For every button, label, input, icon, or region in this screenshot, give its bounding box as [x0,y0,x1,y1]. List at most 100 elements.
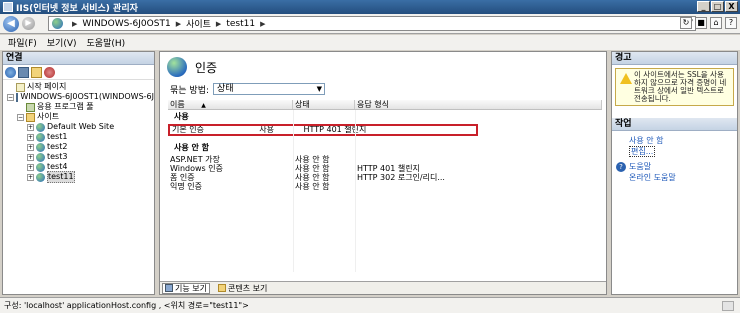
column-header-name[interactable]: 이름 ▲ [168,100,293,109]
cell-response [355,155,602,164]
cell-response: HTTP 302 로그인/리디... [357,173,445,182]
tree-node-label: test3 [47,152,68,161]
group-enabled: 사용 [174,112,189,121]
tree-node[interactable]: − WINDOWS-6J0OST1(WINDOWS-6J [3,92,154,102]
breadcrumb-separator: ▶ [215,19,222,28]
expand-toggle-icon[interactable]: + [27,153,34,161]
up-icon[interactable] [31,66,42,78]
group-by-label: 묶는 방법: [170,85,210,96]
disable-link[interactable]: 사용 안 함 [629,135,737,146]
tree-node[interactable]: + test3 [3,152,154,162]
help-link-row[interactable]: ? 도움말 [612,161,737,172]
cell-status: 사용 안 함 [295,164,330,173]
expand-toggle-icon[interactable]: − [17,113,24,121]
connections-tree: 시작 페이지 − WINDOWS-6J0OST1(WINDOWS-6J 응용 프로그램… [3,80,154,183]
home-icon[interactable]: ⌂ [710,17,722,29]
expand-toggle-icon[interactable]: + [27,163,34,171]
cell-response: HTTP 401 챌린지 [303,126,367,134]
group-disabled: 사용 안 함 [174,143,210,152]
table-row-selected[interactable]: 기본 인증 사용 HTTP 401 챌린지 [168,124,478,136]
connections-header: 연결 [3,52,154,65]
globe-icon [36,152,45,162]
tree-node[interactable]: + test4 [3,162,154,172]
expand-toggle-icon[interactable]: + [27,173,34,181]
breadcrumb-server[interactable]: WINDOWS-6J0OST1 [82,19,170,29]
folder-icon [26,112,35,122]
forward-button[interactable]: ▶ [22,17,35,30]
ssl-warning: 이 사이트에서는 SSL을 사용하지 않으므로 자격 증명이 네트워크 상에서 … [615,68,734,106]
menu-help[interactable]: 도움말(H) [87,36,126,49]
view-tabs: 기능 보기 콘텐츠 보기 [160,281,606,294]
column-header-response[interactable]: 응답 형식 [355,100,602,109]
tab-features-view[interactable]: 기능 보기 [162,282,210,294]
tree-node-label: Default Web Site [47,122,115,131]
globe-icon [36,122,45,132]
edit-link[interactable]: 편집... [629,146,737,157]
menu-file[interactable]: 파일(F) [8,36,37,49]
maximize-button[interactable]: □ [711,1,724,12]
content-view-icon [217,284,226,292]
tree-node[interactable]: + Default Web Site [3,122,154,132]
expand-toggle-icon[interactable]: − [7,93,14,101]
help-icon[interactable]: ? [725,17,737,29]
tree-node[interactable]: + test2 [3,142,154,152]
menu-view[interactable]: 보기(V) [47,36,77,49]
page-title: 인증 [195,60,218,75]
address-tools: ↻ ■ ⌂ ? [680,17,737,29]
column-divider [355,110,356,272]
column-header-status[interactable]: 상태 [293,100,355,109]
tab-content-view[interactable]: 콘텐츠 보기 [216,283,269,294]
back-button[interactable]: ◀ [3,15,19,32]
group-by-select[interactable]: 상태 ▼ [213,83,326,95]
tree-node-label: 시작 페이지 [27,82,67,91]
network-icon [722,301,734,311]
globe-icon [36,142,45,152]
table-row[interactable]: Windows 인증 사용 안 함 HTTP 401 챌린지 [168,164,602,173]
tree-node[interactable]: 응용 프로그램 풀 [3,102,154,112]
tree-node-label: test2 [47,142,68,151]
cell-name: 익명 인증 [170,182,202,191]
minimize-button[interactable]: _ [697,1,710,12]
online-help-link[interactable]: 온라인 도움말 [629,172,737,183]
cell-status: 사용 안 함 [295,155,330,164]
connections-toolbar [3,65,154,80]
close-button[interactable]: X [725,1,738,12]
breadcrumb-site[interactable]: test11 [226,19,255,29]
table-row[interactable]: ASP.NET 가장 사용 안 함 [168,155,602,164]
app-pool-icon [26,102,35,112]
main-panel: 인증 묶는 방법: 상태 ▼ 이름 ▲ 상태 응답 형식 사용 기본 인증 사용 H… [159,51,607,295]
features-view-icon [165,284,173,292]
address-bar: ◀ ▶ ▶ WINDOWS-6J0OST1 ▶ 사이트 ▶ test11 ▶ ▼… [0,14,740,34]
actions-header: 작업 [612,118,737,131]
expand-toggle-icon[interactable]: + [27,123,34,131]
iis-app-icon [3,2,13,12]
save-icon[interactable] [18,66,29,78]
expand-toggle-icon[interactable]: + [27,133,34,141]
group-by-value: 상태 [217,84,234,94]
help-icon: ? [616,161,626,172]
server-icon [16,92,19,102]
grid-header: 이름 ▲ 상태 응답 형식 [168,100,602,110]
tree-node-label: 응용 프로그램 풀 [37,102,94,111]
tree-node[interactable]: − 사이트 [3,112,154,122]
connect-icon[interactable] [5,66,16,78]
expand-toggle-icon[interactable]: + [27,143,34,151]
disconnect-icon[interactable] [44,66,55,78]
chevron-down-icon: ▼ [316,85,323,93]
help-link[interactable]: 도움말 [629,161,651,172]
table-row[interactable]: 폼 인증 사용 안 함 HTTP 302 로그인/리디... [168,173,602,182]
refresh-icon[interactable]: ↻ [680,17,692,29]
breadcrumb-separator: ▶ [175,19,182,28]
globe-icon [36,132,45,142]
stop-icon[interactable]: ■ [695,17,707,29]
breadcrumb-sites[interactable]: 사이트 [186,17,211,30]
tree-node[interactable]: + test1 [3,132,154,142]
globe-icon [36,172,45,182]
breadcrumb[interactable]: ▶ WINDOWS-6J0OST1 ▶ 사이트 ▶ test11 ▶ ▼ [48,16,696,31]
cell-status: 사용 안 함 [295,182,330,191]
table-row[interactable]: 익명 인증 사용 안 함 [168,182,602,191]
tree-node[interactable]: 시작 페이지 [3,82,154,92]
tree-node[interactable]: + test11 [3,171,154,183]
window-controls: _ □ X [697,1,738,12]
